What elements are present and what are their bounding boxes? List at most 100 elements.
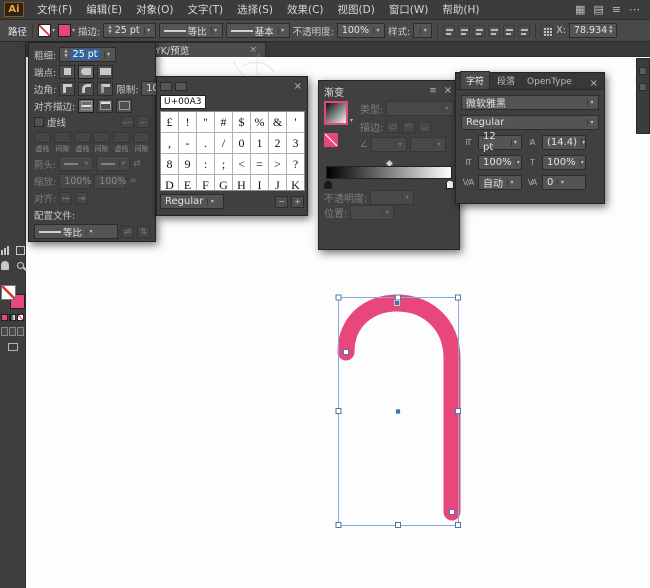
fill-swatch[interactable] [1,285,16,300]
glyph-cell[interactable]: ? [287,154,305,175]
gradient-stop-start[interactable] [324,180,332,189]
glyph-cell[interactable]: : [197,154,215,175]
align-arrow-end-button[interactable]: ⇥ [75,192,88,204]
app-logo[interactable]: Ai [4,2,24,17]
dash-value-field[interactable] [133,132,150,143]
close-icon[interactable]: × [292,82,304,92]
document-tab[interactable]: YK/预览 × [148,42,266,57]
close-icon[interactable]: × [247,45,259,55]
flip-along-button[interactable]: ⇄ [121,226,134,238]
graphic-style-combo[interactable]: ▾ [413,23,432,38]
glyph-cell[interactable]: - [179,133,197,154]
fill-color-swatch[interactable]: ▾ [38,24,55,37]
menu-item-0[interactable]: 文件(F) [30,2,79,17]
arrow-scale-end-field[interactable]: 100% [94,174,126,189]
opacity-combo[interactable]: 100% ▾ [337,23,385,38]
glyph-cell[interactable]: J [269,175,287,191]
glyph-cell[interactable]: $ [233,112,251,133]
glyph-cell[interactable]: K [287,175,305,191]
menu-item-5[interactable]: 效果(C) [280,2,331,17]
glyph-cell[interactable]: = [251,154,269,175]
stroke-weight-combo[interactable]: ▲▼ 25 pt ▾ [103,23,155,38]
reference-point-icon[interactable] [541,25,553,37]
stop-position-combo[interactable]: ▾ [350,205,394,220]
stroke-color-swatch[interactable]: ▾ [58,24,75,37]
projecting-cap-button[interactable] [97,65,113,79]
glyph-cell[interactable]: H [233,175,251,191]
glyph-cell[interactable]: G [215,175,233,191]
glyph-cell[interactable]: F [197,175,215,191]
panel-tab-icon[interactable] [160,82,172,91]
stroke-gradient-across-button[interactable]: ◡ [418,121,431,133]
glyph-cell[interactable]: E [179,175,197,191]
glyph-zoom-out-icon[interactable]: − [275,196,288,208]
align-center-icon[interactable] [458,25,470,37]
arrow-scale-start-field[interactable]: 100% [59,174,91,189]
align-top-icon[interactable] [488,25,500,37]
font-size-combo[interactable]: 12 pt ▾ [478,135,522,150]
preserve-dash-button[interactable]: ‒‒ [121,116,134,128]
menu-item-4[interactable]: 选择(S) [230,2,280,17]
vertical-scale-combo[interactable]: 100% ▾ [478,155,522,170]
tab-opentype[interactable]: OpenType [522,75,577,89]
align-arrow-tip-button[interactable]: ↦ [59,192,72,204]
stroke-weight-field[interactable]: ▲▼ 25 pt ▾ [59,47,115,62]
horizontal-scale-combo[interactable]: 100% ▾ [542,155,586,170]
glyph-cell[interactable]: 1 [251,133,269,154]
stepper-icon[interactable]: ▲▼ [64,50,67,59]
menu-item-8[interactable]: 帮助(H) [435,2,486,17]
panel-menu-icon[interactable]: ≡ [429,86,437,96]
gradient-button[interactable] [9,314,16,321]
arrowhead-end-combo[interactable]: ▾ [96,156,130,171]
workspace-menu-icon[interactable]: ≡ [612,4,621,15]
miter-join-button[interactable] [59,82,75,96]
glyph-cell[interactable]: 2 [269,133,287,154]
panel-tab-icon[interactable] [175,82,187,91]
close-icon[interactable]: × [442,86,454,96]
butt-cap-button[interactable] [59,65,75,79]
dash-value-field[interactable] [34,132,51,143]
artboard-tool[interactable] [14,244,26,256]
menu-item-1[interactable]: 编辑(E) [79,2,129,17]
extras-icon[interactable]: ⋯ [629,4,640,15]
gradient-fill-swatch[interactable] [324,133,338,147]
leading-combo[interactable]: (14.4) ▾ [542,135,586,150]
glyph-font-style-combo[interactable]: Regular ▾ [160,194,224,209]
tab-character[interactable]: 字符 [460,71,490,89]
none-button[interactable] [17,314,24,321]
brush-definition-combo[interactable]: 基本 ▾ [226,23,290,38]
glyph-cell[interactable]: < [233,154,251,175]
glyph-cell[interactable]: " [197,112,215,133]
screen-mode-button[interactable] [8,343,18,351]
align-right-icon[interactable] [473,25,485,37]
glyph-cell[interactable]: > [269,154,287,175]
swap-arrowheads-icon[interactable]: ⇄ [133,159,141,169]
menu-item-2[interactable]: 对象(O) [129,2,180,17]
align-stroke-outside-button[interactable] [116,99,132,113]
dash-value-field[interactable] [93,132,110,143]
stop-opacity-combo[interactable]: ▾ [370,190,414,205]
tracking-combo[interactable]: 0 ▾ [542,175,586,190]
glyph-cell[interactable]: I [251,175,269,191]
flip-across-button[interactable]: ⇅ [137,226,150,238]
gradient-aspect-combo[interactable]: ▾ [410,137,446,152]
width-profile-combo[interactable]: 等比 ▾ [159,23,223,38]
gradient-slider[interactable] [324,160,454,186]
dash-value-field[interactable] [74,132,91,143]
align-bottom-icon[interactable] [518,25,530,37]
glyph-cell[interactable]: / [215,133,233,154]
draw-behind-button[interactable] [9,327,16,336]
menu-item-7[interactable]: 窗口(W) [382,2,436,17]
glyph-cell[interactable]: # [215,112,233,133]
draw-inside-button[interactable] [17,327,24,336]
draw-normal-button[interactable] [1,327,8,336]
link-scale-icon[interactable]: ∞ [129,176,137,186]
gradient-ramp[interactable] [326,166,452,179]
stepper-icon[interactable]: ▲▼ [108,26,111,35]
dashed-line-checkbox[interactable] [34,117,44,127]
align-middle-icon[interactable] [503,25,515,37]
align-left-icon[interactable] [443,25,455,37]
graph-tool[interactable] [0,244,11,256]
font-family-combo[interactable]: 微软雅黑 ▾ [461,95,599,110]
stepper-icon[interactable]: ▲▼ [609,26,612,35]
